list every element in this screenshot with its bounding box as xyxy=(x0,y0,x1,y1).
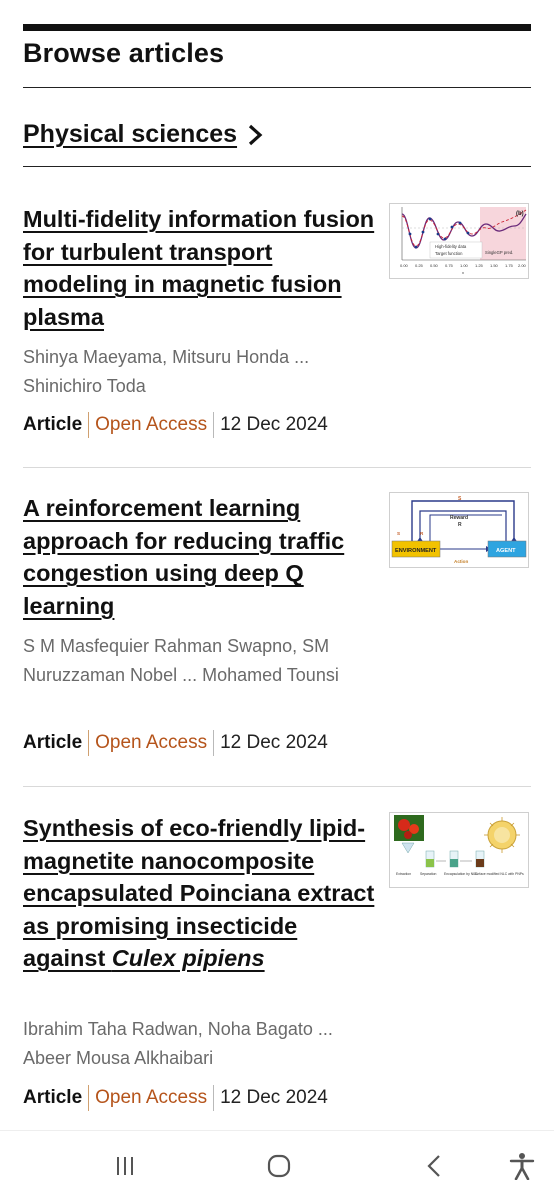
article-thumbnail[interactable]: (b) High-fidelity data Target function S… xyxy=(389,203,529,279)
article-title[interactable]: Multi-fidelity information fusion for tu… xyxy=(23,203,378,333)
thumb-tick: 1.00 xyxy=(460,263,469,268)
home-button[interactable] xyxy=(264,1151,294,1181)
divider xyxy=(23,786,531,787)
article-meta: Article Open Access 12 Dec 2024 xyxy=(23,1083,328,1113)
system-navigation-bar xyxy=(0,1130,554,1201)
step-label: Extraction xyxy=(396,872,411,876)
section-label: Physical sciences xyxy=(23,120,238,148)
thumb-xlabel: x xyxy=(462,270,464,275)
article-meta: Article Open Access 12 Dec 2024 xyxy=(23,728,328,758)
recent-apps-button[interactable] xyxy=(110,1151,140,1181)
diagram-thumbnail-image: ENVIRONMENT AGENT Reward R S S R Action xyxy=(391,496,527,564)
thumb-tick: 1.50 xyxy=(490,263,499,268)
back-icon xyxy=(427,1155,440,1177)
reward-symbol: R xyxy=(420,531,424,536)
article-date: 12 Dec 2024 xyxy=(220,732,328,753)
env-label: ENVIRONMENT xyxy=(395,548,437,554)
article-meta: Article Open Access 12 Dec 2024 xyxy=(23,410,328,440)
article-title[interactable]: Synthesis of eco-friendly lipid-magnetit… xyxy=(23,812,378,975)
state-symbol: S xyxy=(397,531,400,536)
article-thumbnail[interactable]: Extraction Separation Encapsulation by N… xyxy=(389,812,529,888)
page-content: Browse articles Physical sciences Multi-… xyxy=(0,0,554,1130)
page-title: Browse articles xyxy=(23,38,225,68)
accessibility-button[interactable] xyxy=(507,1151,537,1181)
article-authors: Shinya Maeyama, Mitsuru Honda ... Shinic… xyxy=(23,347,310,396)
chart-thumbnail-image: (b) High-fidelity data Target function S… xyxy=(400,207,527,275)
process-thumbnail-image: Extraction Separation Encapsulation by N… xyxy=(394,815,524,876)
home-icon xyxy=(267,1154,291,1178)
chevron-right-icon xyxy=(248,124,263,145)
article-type: Article xyxy=(23,1087,83,1108)
thumb-panel-label: (b) xyxy=(516,211,524,217)
thumb-tick: 0.75 xyxy=(445,263,454,268)
thumb-tick: 0.25 xyxy=(415,263,424,268)
step-label: Encapsulation by NLC xyxy=(444,872,478,876)
open-access-label: Open Access xyxy=(95,414,208,435)
article-type: Article xyxy=(23,732,83,753)
article-thumbnail[interactable]: ENVIRONMENT AGENT Reward R S S R Action xyxy=(389,492,529,568)
thumb-tick: 0.00 xyxy=(400,263,409,268)
article-title-species: Culex pipiens xyxy=(111,945,265,972)
section-link-physical-sciences[interactable]: Physical sciences xyxy=(23,120,263,149)
step-label: Separation xyxy=(420,872,437,876)
thumb-tick: 0.50 xyxy=(430,263,439,268)
divider xyxy=(23,166,531,167)
accessibility-icon xyxy=(509,1153,535,1180)
thumb-legend: SingleGP pred. xyxy=(485,250,513,255)
recent-apps-icon xyxy=(117,1157,133,1175)
article-type: Article xyxy=(23,414,83,435)
thumb-legend: High-fidelity data xyxy=(435,244,467,249)
reward-label: Reward xyxy=(450,515,468,521)
article-title[interactable]: A reinforcement learning approach for re… xyxy=(23,492,378,622)
open-access-label: Open Access xyxy=(95,732,208,753)
divider xyxy=(23,87,531,88)
thumb-tick: 1.75 xyxy=(505,263,514,268)
article-date: 12 Dec 2024 xyxy=(220,1087,328,1108)
article-authors: S M Masfequier Rahman Swapno, SM Nuruzza… xyxy=(23,636,339,685)
agent-label: AGENT xyxy=(496,548,516,554)
article-date: 12 Dec 2024 xyxy=(220,414,328,435)
thumb-legend: Target function xyxy=(435,251,463,256)
reward-symbol: R xyxy=(458,522,462,528)
open-access-label: Open Access xyxy=(95,1087,208,1108)
action-label: Action xyxy=(454,559,468,564)
divider xyxy=(23,467,531,468)
thumb-tick: 2.00 xyxy=(518,263,527,268)
thumb-tick: 1.25 xyxy=(475,263,484,268)
back-button[interactable] xyxy=(420,1151,450,1181)
top-rule-bar xyxy=(23,24,531,31)
article-authors: Ibrahim Taha Radwan, Noha Bagato ... Abe… xyxy=(23,1019,333,1068)
step-label: Surface modified NLC with PNPs xyxy=(474,872,524,876)
